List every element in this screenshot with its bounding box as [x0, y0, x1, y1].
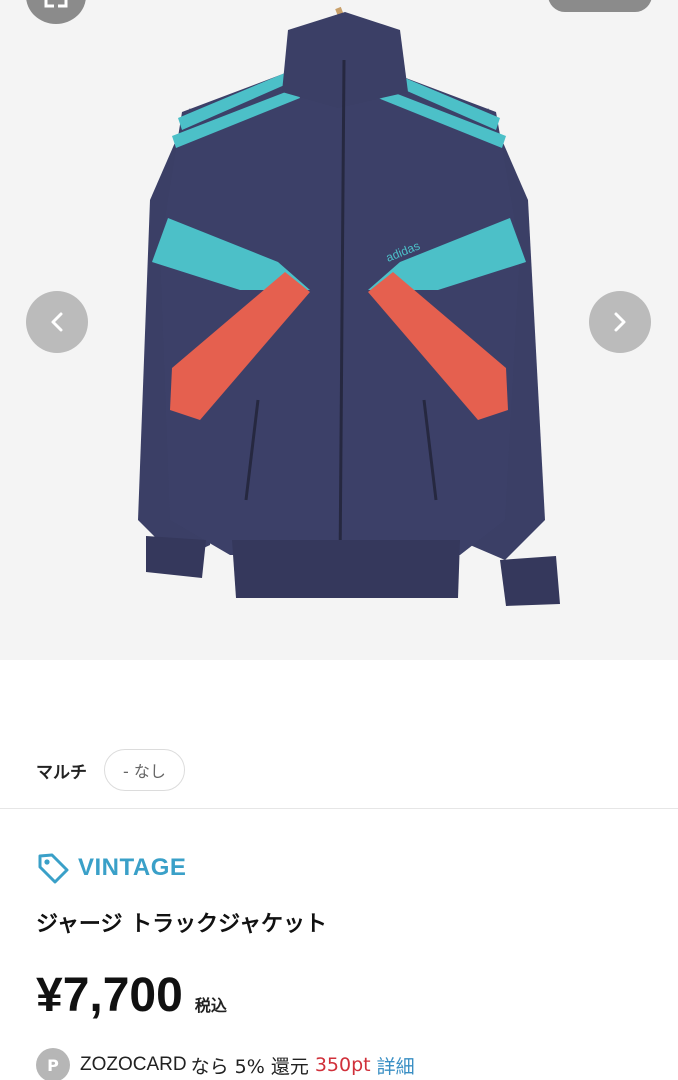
previous-image-button[interactable]	[26, 291, 88, 353]
price-row: ¥7,700 税込	[36, 964, 227, 1028]
expand-icon	[44, 0, 68, 8]
size-option-pill[interactable]: - なし	[104, 749, 185, 791]
product-price: ¥7,700	[36, 969, 183, 1022]
product-photo: adidas	[0, 0, 678, 660]
points-detail-link[interactable]: 詳細	[377, 1052, 415, 1079]
product-title: ジャージ トラックジャケット	[36, 912, 328, 937]
points-icon: P	[36, 1048, 70, 1080]
brand-link[interactable]: VINTAGE	[36, 850, 186, 886]
brand-name: VINTAGE	[78, 854, 187, 881]
stock-status-label: - なし	[123, 762, 166, 781]
tax-included-label: 税込	[194, 996, 227, 1015]
tag-icon	[38, 853, 69, 884]
chevron-right-icon	[614, 312, 626, 332]
product-image-gallery[interactable]: adidas	[0, 0, 678, 660]
next-image-button[interactable]	[589, 291, 651, 353]
points-value: 350pt	[314, 1054, 371, 1076]
color-size-row: マルチ - なし	[0, 740, 678, 800]
chevron-left-icon	[51, 312, 63, 332]
image-counter-pill	[548, 0, 652, 12]
points-row: P ZOZOCARD なら 5% 還元 350pt 詳細	[36, 1048, 415, 1080]
section-divider	[0, 808, 678, 809]
points-card-name: ZOZOCARD	[80, 1054, 187, 1075]
color-label: マルチ	[36, 762, 87, 783]
points-rate-text: なら 5% 還元	[190, 1055, 309, 1078]
